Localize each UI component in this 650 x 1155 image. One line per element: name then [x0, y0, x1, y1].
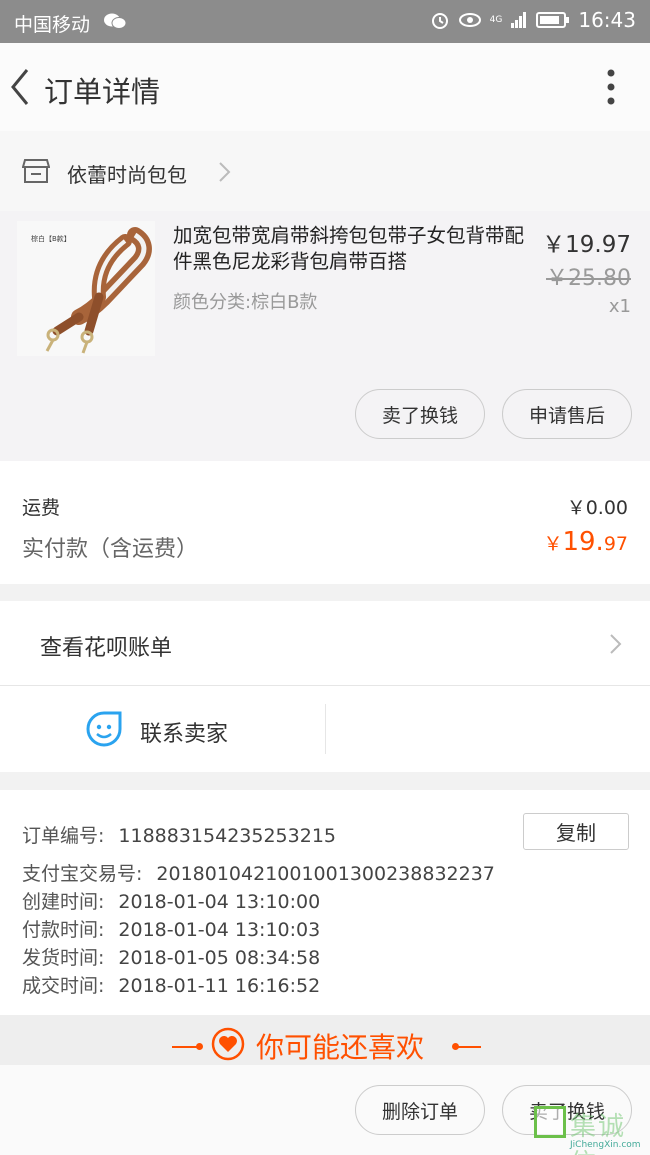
- created-time-value: 2018-01-04 13:10:00: [118, 891, 321, 913]
- created-time-row: 创建时间: 2018-01-04 13:10:00: [22, 887, 320, 914]
- recommend-title: 你可能还喜欢: [256, 1031, 425, 1064]
- more-options-icon[interactable]: [606, 69, 616, 105]
- shop-row[interactable]: 依蕾时尚包包: [0, 131, 650, 211]
- product-thumbnail[interactable]: 棕白【B款】: [17, 221, 155, 356]
- shipped-time-label: 发货时间:: [22, 947, 105, 969]
- watermark-url: JiChengXin.com: [570, 1140, 641, 1150]
- completed-time-label: 成交时间:: [22, 975, 105, 997]
- paid-currency: ￥: [543, 533, 563, 555]
- huabei-label: 查看花呗账单: [40, 636, 173, 661]
- payment-summary: 运费 ￥0.00 实付款（含运费） ￥19.97: [0, 461, 650, 584]
- divider: [325, 704, 326, 754]
- completed-time-row: 成交时间: 2018-01-11 16:16:52: [22, 971, 320, 998]
- order-number-value: 118883154235253215: [118, 825, 336, 847]
- paid-time-label: 付款时间:: [22, 919, 105, 941]
- thumbnail-tag: 棕白【B款】: [31, 235, 71, 243]
- wechat-icon: [104, 13, 127, 29]
- shop-icon: [22, 159, 50, 183]
- paid-decimal: 97: [603, 533, 628, 555]
- watermark-box: [534, 1106, 566, 1138]
- order-number-row: 订单编号: 118883154235253215: [22, 821, 336, 848]
- contact-row: 联系卖家: [0, 686, 650, 772]
- back-arrow-icon[interactable]: [8, 67, 32, 107]
- status-icons: 4G 16:43: [430, 8, 636, 32]
- order-info: 订单编号: 118883154235253215 复制 支付宝交易号: 201801…: [0, 790, 650, 1015]
- product-price: ￥19.97: [542, 232, 631, 258]
- contact-seller-button[interactable]: 联系卖家: [140, 716, 228, 748]
- huabei-bill-row[interactable]: 查看花呗账单: [0, 601, 650, 686]
- page-title: 订单详情: [44, 75, 161, 109]
- created-time-label: 创建时间:: [22, 891, 105, 913]
- shipping-label: 运费: [22, 497, 61, 519]
- heart-icon: [211, 1027, 245, 1061]
- nav-bar: 订单详情: [0, 43, 650, 131]
- paid-amount: ￥19.97: [543, 527, 628, 557]
- paid-time-value: 2018-01-04 13:10:03: [118, 919, 321, 941]
- divider: [455, 1046, 481, 1048]
- sell-for-cash-button[interactable]: 卖了换钱: [355, 389, 485, 439]
- product-name[interactable]: 加宽包带宽肩带斜挎包包带子女包背带配件黑色尼龙彩背包肩带百搭: [173, 223, 528, 275]
- copy-button[interactable]: 复制: [523, 813, 629, 850]
- alarm-icon: [431, 13, 448, 29]
- battery-icon: [536, 12, 570, 28]
- signal-icon: [511, 12, 527, 28]
- after-sale-button[interactable]: 申请售后: [502, 389, 632, 439]
- divider-dot: [196, 1043, 203, 1050]
- status-bar: 中国移动 4G 16:43: [0, 0, 650, 43]
- clock: 16:43: [578, 8, 636, 32]
- shipping-value: ￥0.00: [566, 497, 628, 519]
- paid-label: 实付款（含运费）: [22, 537, 199, 562]
- shipped-time-value: 2018-01-05 08:34:58: [118, 947, 321, 969]
- recommend-header: 你可能还喜欢: [0, 1015, 650, 1065]
- chevron-right-icon: [610, 634, 622, 654]
- carrier-name: 中国移动: [14, 14, 91, 36]
- alipay-trade-row: 支付宝交易号: 2018010421001001300238832237: [22, 859, 495, 886]
- original-price: ￥25.80: [546, 266, 631, 291]
- chevron-right-icon: [219, 162, 231, 182]
- paid-time-row: 付款时间: 2018-01-04 13:10:03: [22, 915, 320, 942]
- order-item[interactable]: 棕白【B款】 加宽包带宽肩带斜挎包包带子女包背带配件黑色尼龙彩背包肩带百搭 颜色…: [0, 211, 650, 461]
- order-number-label: 订单编号:: [22, 825, 105, 847]
- chat-smiley-icon[interactable]: [86, 711, 122, 747]
- alipay-trade-value: 2018010421001001300238832237: [156, 863, 495, 885]
- alipay-trade-label: 支付宝交易号:: [22, 863, 143, 885]
- network-type: 4G: [489, 15, 503, 25]
- delete-order-button[interactable]: 删除订单: [355, 1085, 485, 1135]
- eye-icon: [458, 13, 481, 27]
- paid-integer: 19.: [562, 527, 604, 557]
- shop-name: 依蕾时尚包包: [67, 163, 187, 187]
- completed-time-value: 2018-01-11 16:16:52: [118, 975, 321, 997]
- watermark-logo: 集诚信 JiChengXin.com: [530, 1104, 650, 1155]
- product-spec: 颜色分类:棕白B款: [173, 292, 318, 313]
- product-quantity: x1: [608, 296, 631, 317]
- shipped-time-row: 发货时间: 2018-01-05 08:34:58: [22, 943, 320, 970]
